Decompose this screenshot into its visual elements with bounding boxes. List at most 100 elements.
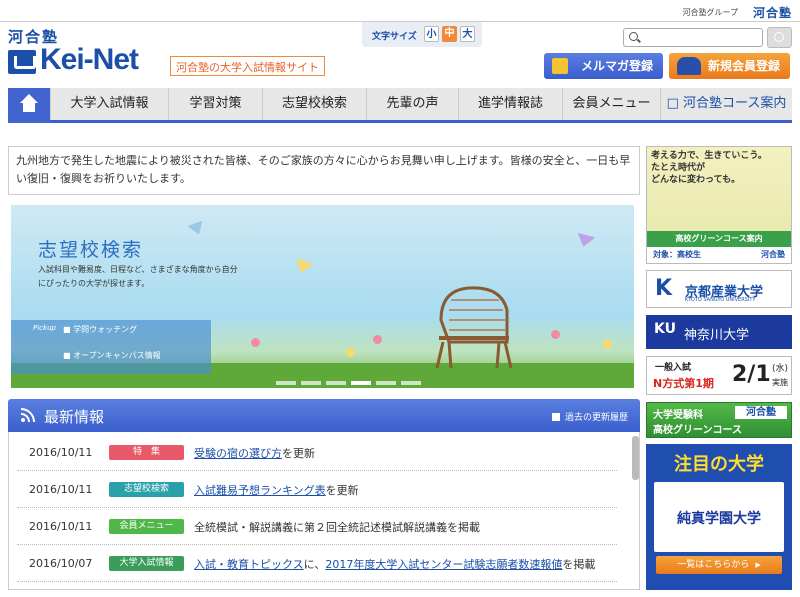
bird-icon <box>187 220 207 238</box>
news-link[interactable]: 入試・教育トピックス <box>194 558 304 571</box>
featured-title: 注目の大学 <box>674 454 764 475</box>
group-link[interactable]: 河合塾グループ <box>682 7 738 18</box>
ad4-main: N方式第1期 <box>653 377 714 390</box>
chair-illustration <box>435 286 513 369</box>
nav-item-magazine[interactable]: 進学情報誌 <box>458 88 562 120</box>
mail-magazine-button[interactable]: メルマガ登録 <box>544 53 663 79</box>
search-button[interactable] <box>767 27 792 48</box>
news-text: 入試・教育トピックスに、2017年度大学入試センター試験志願者数速報値を掲載 <box>194 556 595 572</box>
kanagawa-logo: KU <box>654 321 676 337</box>
nav-item-course-guide-label: 河合塾コース案内 <box>683 96 787 111</box>
news-link[interactable]: 受験の宿の選び方 <box>194 447 282 460</box>
nav-item-member-menu[interactable]: 会員メニュー <box>562 88 660 120</box>
ad4-exec: 実施 <box>772 378 788 387</box>
carousel-dot[interactable] <box>376 381 396 385</box>
carousel-dot[interactable] <box>301 381 321 385</box>
news-row: 2016/10/11 特 集受験の宿の選び方を更新 <box>17 434 617 471</box>
nav-item-school-search[interactable]: 志望校検索 <box>262 88 366 120</box>
flower-icon <box>251 338 260 347</box>
hero-banner[interactable]: 志望校検索 入試科目や難易度、日程など、さまざまな角度から自分にぴったりの大学が… <box>11 205 634 388</box>
news-link[interactable]: 2017年度大学入試センター試験志願者数速報値 <box>325 558 562 571</box>
carousel-dot[interactable] <box>326 381 346 385</box>
pickup-link-gakumon-label: 学問ウォッチング <box>73 325 138 334</box>
news-text: 入試難易予想ランキング表を更新 <box>194 482 359 498</box>
bird-icon <box>574 232 596 250</box>
news-date: 2016/10/07 <box>29 557 93 570</box>
ad5-line2: 高校グリーンコース <box>653 425 742 436</box>
news-category-badge: 志望校検索 <box>109 482 184 497</box>
pickup-link-gakumon[interactable]: ■ 学問ウォッチング <box>63 324 137 335</box>
nav-item-senior-voices[interactable]: 先輩の声 <box>366 88 458 120</box>
ad5-logo: 河合塾 <box>735 406 787 419</box>
featured-card[interactable]: 純真学園大学 <box>654 482 784 552</box>
ad1-logo: 河合塾 <box>761 250 785 259</box>
font-size-label: 文字サイズ <box>372 32 417 42</box>
news-archive-link[interactable]: 過去の更新履歴 <box>552 410 628 423</box>
news-text-body: に、 <box>303 558 326 571</box>
news-date: 2016/10/11 <box>29 446 93 459</box>
new-member-button[interactable]: 新規会員登録 <box>669 53 790 79</box>
font-size-medium-button[interactable]: 中 <box>442 26 457 42</box>
news-text-tail: を掲載 <box>562 558 596 571</box>
mail-icon <box>552 58 568 74</box>
font-size-small-button[interactable]: 小 <box>424 26 439 42</box>
ad1-bar: 高校グリーンコース案内 <box>647 231 791 247</box>
news-text-body: を更新 <box>282 447 315 460</box>
news-title: 最新情報 <box>44 408 105 426</box>
news-date: 2016/10/11 <box>29 520 93 533</box>
carousel-dot[interactable] <box>401 381 421 385</box>
font-size-selector: 文字サイズ 小 中 大 <box>362 22 482 47</box>
ad-kyoto-sangyo[interactable]: K 京都産業大学 KYOTO SANGYO UNIVERSITY <box>646 270 792 308</box>
bird-icon <box>292 258 314 276</box>
ad-entrance-exam[interactable]: 一般入試 N方式第1期 2/1 (水) 実施 <box>646 356 792 395</box>
top-bar: 河合塾グループ 河合塾 <box>0 0 800 22</box>
news-link[interactable]: 入試難易予想ランキング表 <box>194 484 326 497</box>
news-list: 2016/10/11 特 集受験の宿の選び方を更新 2016/10/11 志望校検索入… <box>8 432 640 590</box>
group-logo[interactable]: 河合塾 <box>753 4 792 21</box>
ad-green-course[interactable]: 考える力で、生きていこう。 たとえ時代が どんなに変わっても。 高校グリーンコー… <box>646 146 792 264</box>
carousel-dot[interactable] <box>351 381 371 385</box>
banner-title: 志望校検索 <box>38 239 144 261</box>
flower-icon <box>373 335 382 344</box>
rss-icon <box>20 408 35 423</box>
featured-list-button[interactable]: 一覧はこちらから <box>656 556 782 574</box>
pickup-box: Pickup ■ 学問ウォッチング ■ オープンキャンパス情報 <box>11 320 211 374</box>
mail-magazine-label: メルマガ登録 <box>580 59 653 73</box>
news-row: 2016/10/11 志望校検索 入試難易予想ランキング表を更新 <box>17 471 617 508</box>
news-scrollbar[interactable] <box>632 436 639 480</box>
ad1-line3: どんなに変わっても。 <box>651 175 741 185</box>
news-text: 全統模試・解説講義に第２回全統記述模試解説講義を掲載 <box>194 519 480 535</box>
external-page-icon: □ <box>666 96 684 111</box>
pickup-label: Pickup <box>33 324 56 332</box>
ad1-line1: 考える力で、生きていこう。 <box>651 151 767 161</box>
keinet-logo-mark-icon[interactable] <box>8 50 36 74</box>
nav-item-exam-info[interactable]: 大学入試情報 <box>50 88 168 120</box>
news-row: 2016/10/07 大学入試情報 入試・教育トピックスに、2017年度大学入試セン… <box>17 545 617 582</box>
news-text: 受験の宿の選び方を更新 <box>194 445 315 461</box>
ad3-name: 神奈川大学 <box>684 328 750 343</box>
carousel-dot[interactable] <box>276 381 296 385</box>
home-icon[interactable] <box>8 88 50 123</box>
ad2-sub: KYOTO SANGYO UNIVERSITY <box>685 297 756 303</box>
main-nav: 大学入試情報 学習対策 志望校検索 先輩の声 進学情報誌 会員メニュー □ 河合… <box>8 88 792 123</box>
flower-icon <box>346 348 355 357</box>
keinet-logo[interactable]: Kei-Net <box>40 43 139 77</box>
news-text-body: 全統模試・解説講義に第２回全統記述模試解説講義を掲載 <box>194 521 480 534</box>
news-category-badge: 会員メニュー <box>109 519 184 534</box>
news-text-body: を更新 <box>325 484 359 497</box>
ad-university-prep[interactable]: 大学受験科 高校グリーンコース 河合塾 <box>646 402 792 438</box>
site-tagline: 河合塾の大学入試情報サイト <box>170 56 325 76</box>
kyoto-sangyo-logo: K <box>655 276 673 301</box>
nav-item-course-guide[interactable]: □ 河合塾コース案内 <box>660 88 792 120</box>
search-input[interactable] <box>623 28 763 47</box>
disaster-notice: 九州地方で発生した地震により被災された皆様、そのご家族の方々に心からお見舞い申し… <box>8 146 640 195</box>
ad-kanagawa[interactable]: KU 神奈川大学 <box>646 315 792 349</box>
font-size-large-button[interactable]: 大 <box>460 26 475 42</box>
nav-item-study[interactable]: 学習対策 <box>168 88 262 120</box>
new-member-label: 新規会員登録 <box>707 59 780 73</box>
news-row: 2016/10/11 会員メニュー 全統模試・解説講義に第２回全統記述模試解説講義を… <box>17 508 617 545</box>
ad1-footer: 対象：高校生 河合塾 <box>647 247 791 263</box>
pickup-link-opencampus[interactable]: ■ オープンキャンパス情報 <box>63 350 161 361</box>
ad1-target: 対象：高校生 <box>653 250 701 259</box>
featured-name: 純真学園大学 <box>677 511 761 527</box>
